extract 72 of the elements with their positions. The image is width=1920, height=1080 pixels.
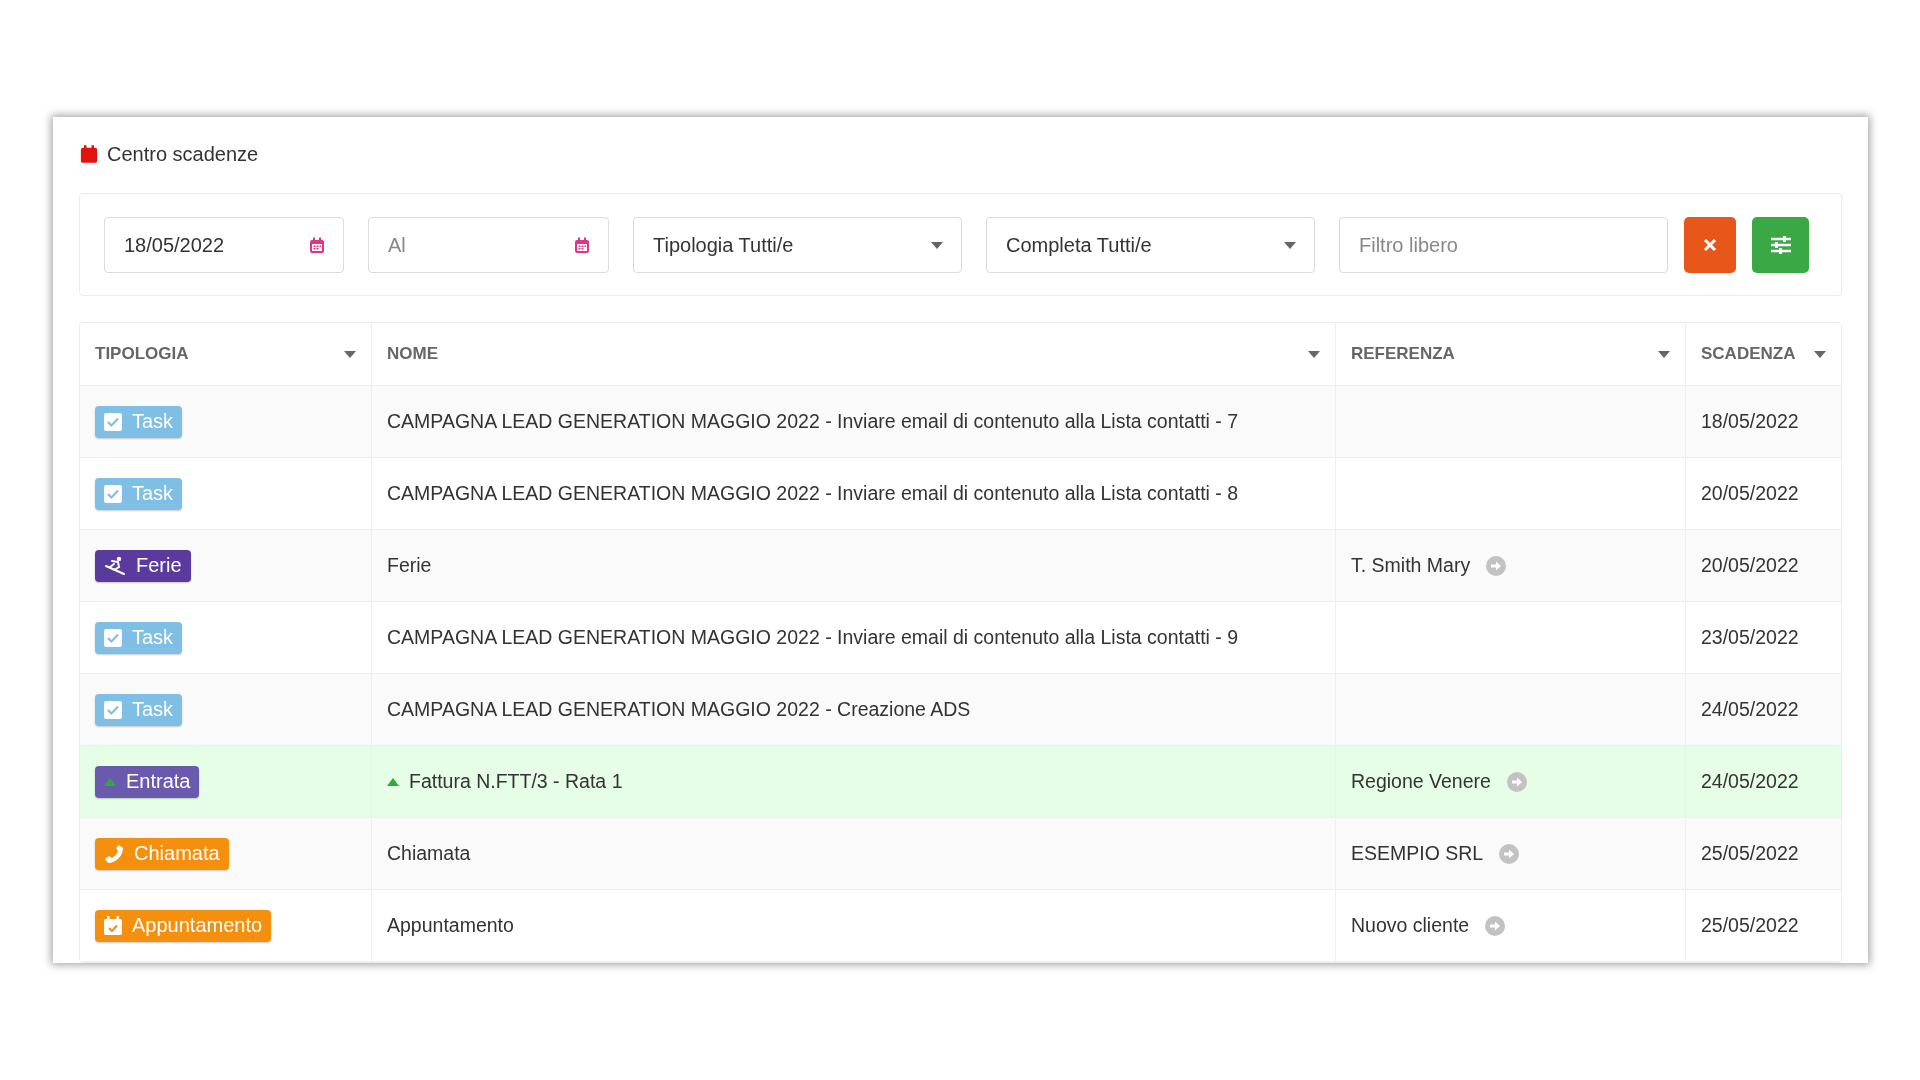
table-cell: CAMPAGNA LEAD GENERATION MAGGIO 2022 - Inviare email di contenuto alla Lista contatti - 9 — [387, 626, 1239, 649]
caret-icon — [344, 350, 356, 358]
table-cell: Fattura N.FTT/3 - Rata 1 — [409, 770, 623, 793]
table-row[interactable]: Chiamata Chiamata ESEMPIO SRL 25/05/2022 — [80, 818, 1841, 890]
calendar-check-icon — [104, 916, 122, 935]
table-row[interactable]: Entrata Fattura N.FTT/3 - Rata 1 Regione Venere 24/05/2022 — [80, 746, 1841, 818]
date-field[interactable]: Al — [368, 217, 609, 273]
table-cell: Ferie — [387, 554, 432, 577]
triangle-up-icon — [387, 777, 399, 786]
type-badge: Task — [95, 621, 183, 654]
status-dropdown[interactable]: Completa Tutti/e — [986, 217, 1315, 273]
table-cell: 20/05/2022 — [1701, 554, 1799, 577]
table-cell: 25/05/2022 — [1701, 914, 1799, 937]
checkbox-icon — [104, 628, 122, 647]
table-cell: CAMPAGNA LEAD GENERATION MAGGIO 2022 - Creazione ADS — [387, 698, 971, 721]
type-badge: Task — [95, 477, 183, 510]
type-badge: Entrata — [95, 765, 200, 798]
type-badge: Ferie — [95, 549, 191, 582]
table-row[interactable]: Ferie Ferie T. Smith Mary 20/05/2022 — [80, 530, 1841, 602]
phone-icon — [104, 843, 124, 864]
arrow-circle-icon[interactable] — [1485, 915, 1506, 936]
skier-icon — [104, 555, 126, 576]
table-cell: 24/05/2022 — [1701, 770, 1799, 793]
date-field[interactable]: 18/05/2022 — [104, 217, 344, 273]
checkbox-icon — [104, 700, 122, 719]
table-cell: 24/05/2022 — [1701, 698, 1799, 721]
type-badge: Task — [95, 405, 183, 438]
type-badge: Appuntamento — [95, 909, 272, 942]
panel-title: Centro scadenze — [107, 142, 259, 166]
clear-button[interactable] — [1684, 217, 1736, 273]
close-icon — [1703, 238, 1717, 252]
table-row[interactable]: Task CAMPAGNA LEAD GENERATION MAGGIO 2022 - Inviare email di contenuto alla Lista contatti - 7 18/05/2022 — [80, 386, 1841, 458]
table-cell: Regione Venere — [1351, 770, 1491, 793]
triangle-up-icon — [104, 777, 116, 786]
calendar-icon[interactable] — [309, 236, 325, 254]
table-row[interactable]: Task CAMPAGNA LEAD GENERATION MAGGIO 2022 - Creazione ADS 24/05/2022 — [80, 674, 1841, 746]
table-cell: Chiamata — [387, 842, 471, 865]
checkbox-icon — [104, 412, 122, 431]
caret-icon — [1814, 350, 1826, 358]
column-header[interactable]: SCADENZA — [1701, 344, 1804, 364]
table-row[interactable]: Task CAMPAGNA LEAD GENERATION MAGGIO 2022 - Inviare email di contenuto alla Lista contatti - 9 23/05/2022 — [80, 602, 1841, 674]
calendar-icon[interactable] — [574, 236, 590, 254]
table-cell: CAMPAGNA LEAD GENERATION MAGGIO 2022 - Inviare email di contenuto alla Lista contatti - 8 — [387, 482, 1239, 505]
checkbox-icon — [104, 484, 122, 503]
table-row[interactable]: Appuntamento Appuntamento Nuovo cliente 25/05/2022 — [80, 890, 1841, 962]
caret-icon — [1284, 241, 1296, 249]
type-dropdown[interactable]: Tipologia Tutti/e — [633, 217, 962, 273]
column-header[interactable]: NOME — [387, 344, 1298, 364]
caret-icon — [1658, 350, 1670, 358]
table-cell: Nuovo cliente — [1351, 914, 1470, 937]
arrow-circle-icon[interactable] — [1486, 555, 1507, 576]
column-header[interactable]: REFERENZA — [1351, 344, 1648, 364]
table-cell: 25/05/2022 — [1701, 842, 1799, 865]
table-row[interactable]: Task CAMPAGNA LEAD GENERATION MAGGIO 2022 - Inviare email di contenuto alla Lista contatti - 8 20/05/2022 — [80, 458, 1841, 530]
type-badge: Task — [95, 693, 183, 726]
table-cell: T. Smith Mary — [1351, 554, 1471, 577]
table-cell: 20/05/2022 — [1701, 482, 1799, 505]
caret-icon — [1308, 350, 1320, 358]
table-cell: CAMPAGNA LEAD GENERATION MAGGIO 2022 - Inviare email di contenuto alla Lista contatti - 7 — [387, 410, 1239, 433]
table-cell: 18/05/2022 — [1701, 410, 1799, 433]
column-header[interactable]: TIPOLOGIA — [95, 344, 334, 364]
sliders-icon — [1769, 236, 1792, 254]
table-cell: ESEMPIO SRL — [1351, 842, 1484, 865]
type-badge: Chiamata — [95, 837, 229, 870]
table-cell: Appuntamento — [387, 914, 514, 937]
calendar-icon — [79, 144, 99, 164]
search-field[interactable]: Filtro libero — [1339, 217, 1668, 273]
arrow-circle-icon[interactable] — [1506, 771, 1527, 792]
arrow-circle-icon[interactable] — [1499, 843, 1520, 864]
caret-icon — [931, 241, 943, 249]
table-cell: 23/05/2022 — [1701, 626, 1799, 649]
filter-button[interactable] — [1752, 217, 1809, 273]
